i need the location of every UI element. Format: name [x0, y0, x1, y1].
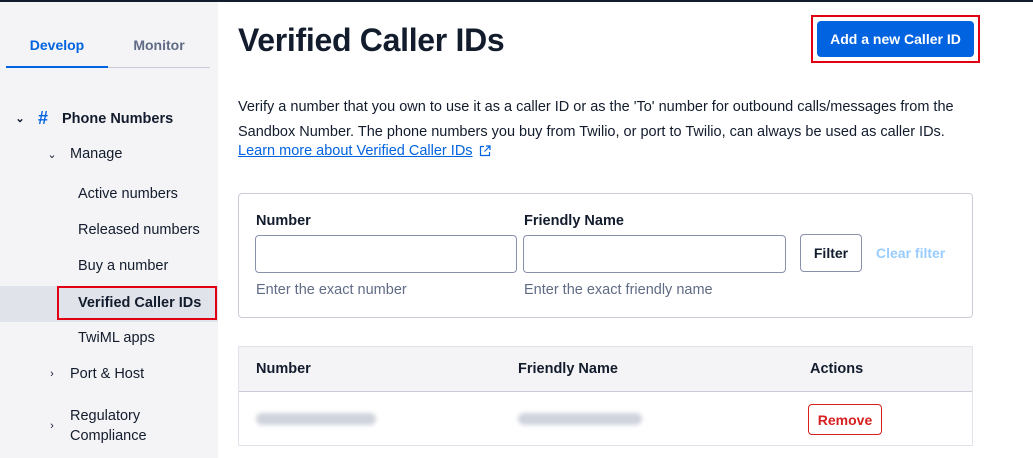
number-help-text: Enter the exact number — [256, 282, 407, 298]
chevron-right-icon: › — [50, 420, 54, 432]
sidebar-item-active-numbers[interactable]: Active numbers — [78, 186, 178, 202]
friendly-name-input[interactable] — [523, 235, 786, 273]
external-link-icon — [479, 145, 491, 157]
page-title: Verified Caller IDs — [238, 22, 505, 58]
sidebar-item-buy-a-number[interactable]: Buy a number — [78, 258, 168, 274]
clear-filter-button[interactable]: Clear filter — [876, 245, 945, 261]
sidebar-item-verified-caller-ids[interactable]: Verified Caller IDs — [57, 286, 217, 320]
chevron-right-icon: › — [50, 368, 54, 380]
table-header: Number Friendly Name Actions — [239, 347, 972, 392]
sidebar-item-released-numbers[interactable]: Released numbers — [78, 222, 200, 238]
number-input[interactable] — [255, 235, 517, 273]
hash-icon: # — [38, 108, 49, 128]
sidebar-item-manage[interactable]: ⌄ Manage — [46, 146, 122, 162]
sidebar-item-twiml-apps[interactable]: TwiML apps — [78, 330, 155, 346]
filter-button[interactable]: Filter — [800, 234, 862, 272]
page-description: Verify a number that you own to use it a… — [238, 99, 954, 140]
table-row: Remove — [239, 393, 972, 446]
redacted-friendly-name — [518, 413, 642, 425]
sidebar-item-label-line1: Regulatory — [70, 408, 141, 424]
filter-panel: Number Enter the exact number Friendly N… — [238, 193, 973, 318]
add-button-highlight: Add a new Caller ID — [811, 15, 980, 63]
learn-more-label: Learn more about Verified Caller IDs — [238, 143, 473, 159]
sidebar-item-label: Port & Host — [70, 366, 145, 382]
remove-button[interactable]: Remove — [808, 404, 882, 435]
add-caller-id-button[interactable]: Add a new Caller ID — [817, 21, 974, 57]
chevron-down-icon: ⌄ — [15, 113, 25, 125]
sidebar-item-label: Phone Numbers — [62, 110, 174, 127]
number-label: Number — [256, 213, 311, 229]
tab-develop[interactable]: Develop — [6, 20, 108, 68]
redacted-number — [256, 413, 376, 425]
friendly-name-help-text: Enter the exact friendly name — [524, 282, 713, 298]
tab-monitor[interactable]: Monitor — [108, 20, 210, 68]
sidebar-item-label: Regulatory Compliance — [70, 406, 147, 446]
sidebar-item-port-host[interactable]: › Port & Host — [46, 366, 144, 382]
column-header-number: Number — [256, 361, 311, 377]
column-header-actions: Actions — [810, 361, 864, 377]
sidebar-item-phone-numbers[interactable]: ⌄ # Phone Numbers — [14, 108, 173, 129]
sidebar: Develop Monitor ⌄ # Phone Numbers ⌄ Mana… — [0, 2, 218, 458]
sidebar-item-regulatory-compliance[interactable]: › Regulatory Compliance — [46, 406, 147, 446]
sidebar-item-label-line2: Compliance — [70, 428, 147, 444]
sidebar-tabs: Develop Monitor — [6, 20, 210, 68]
learn-more-link[interactable]: Learn more about Verified Caller IDs — [238, 143, 491, 159]
chevron-down-icon: ⌄ — [47, 148, 57, 161]
friendly-name-label: Friendly Name — [524, 213, 624, 229]
sidebar-item-label: Manage — [70, 146, 123, 162]
caller-ids-table: Number Friendly Name Actions Remove — [238, 346, 973, 446]
column-header-friendly-name: Friendly Name — [518, 361, 618, 377]
